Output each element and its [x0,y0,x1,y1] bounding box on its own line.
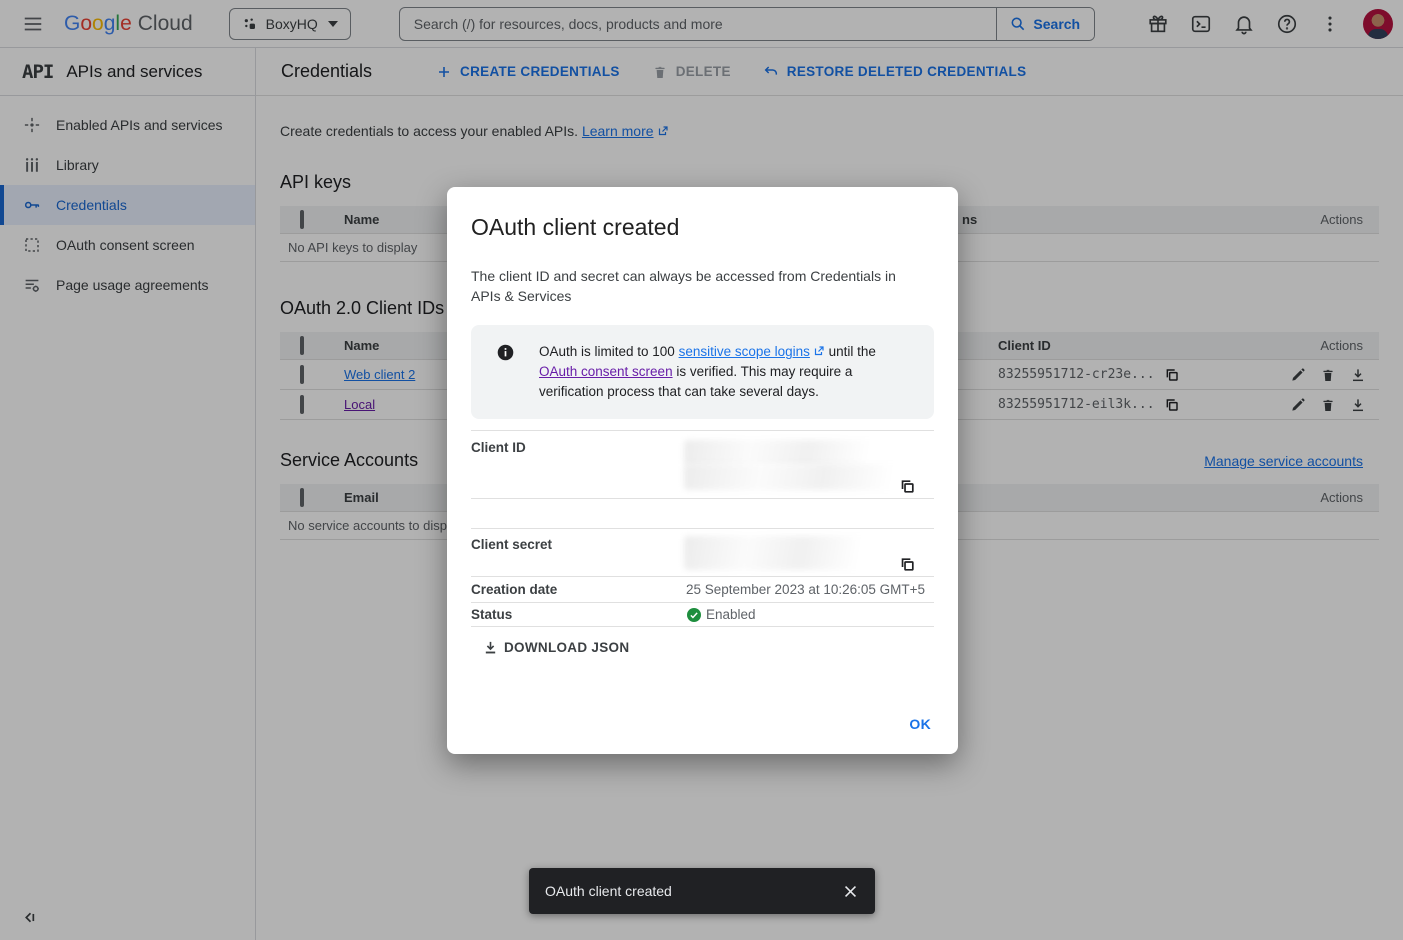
client-id-label: Client ID [471,431,686,498]
download-json-button[interactable]: DOWNLOAD JSON [483,640,629,655]
copy-icon[interactable] [899,478,916,495]
row-spacer [471,499,934,528]
client-secret-row: Client secret [471,528,934,577]
toast-message: OAuth client created [545,883,672,899]
status-row: Status Enabled [471,603,934,627]
dialog-subtitle: The client ID and secret can always be a… [471,266,915,306]
copy-icon[interactable] [899,556,916,573]
check-circle-icon [686,607,702,623]
client-details-table: Client ID Client secret Creation date 25… [471,430,934,627]
oauth-limit-notice: OAuth is limited to 100 sensitive scope … [471,325,934,419]
toast: OAuth client created [529,868,875,914]
redacted-client-id [684,440,908,466]
download-json-label: DOWNLOAD JSON [504,640,629,655]
notice-text: OAuth is limited to 100 sensitive scope … [539,342,911,402]
ok-button[interactable]: OK [909,716,931,732]
status-value: Enabled [706,607,756,622]
sensitive-scope-logins-link[interactable]: sensitive scope logins [679,344,810,359]
creation-date-row: Creation date 25 September 2023 at 10:26… [471,577,934,603]
info-icon [497,344,514,361]
client-secret-label: Client secret [471,529,686,576]
download-icon [483,640,498,655]
oauth-consent-screen-link[interactable]: OAuth consent screen [539,364,673,379]
notice-pre: OAuth is limited to 100 [539,344,679,359]
close-icon[interactable] [842,883,859,900]
dialog-title: OAuth client created [471,214,934,241]
screen: Google Cloud BoxyHQ Search [0,0,1403,940]
oauth-client-created-dialog: OAuth client created The client ID and s… [447,187,958,754]
status-badge: Enabled [686,607,756,623]
creation-date-value: 25 September 2023 at 10:26:05 GMT+5 [686,582,925,597]
client-id-row: Client ID [471,430,934,499]
creation-date-label: Creation date [471,582,686,597]
notice-mid: until the [825,344,876,359]
status-label: Status [471,607,686,622]
redacted-client-secret [684,536,896,570]
external-link-icon [813,345,825,357]
